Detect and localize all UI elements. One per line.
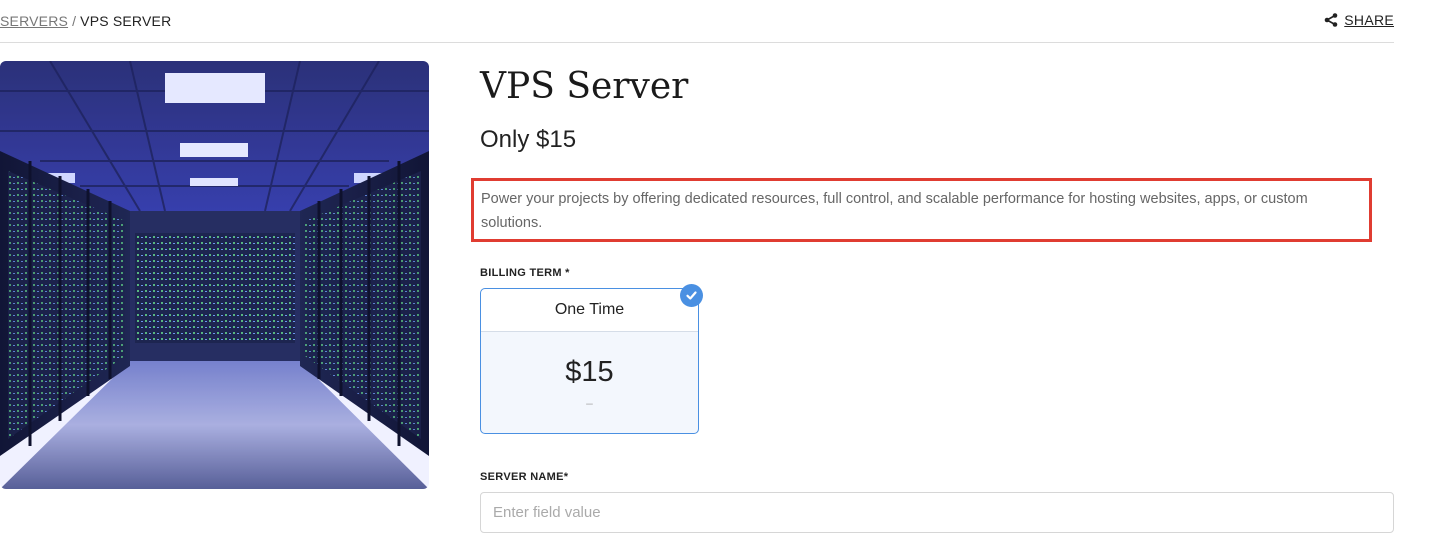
share-icon [1324,13,1338,27]
breadcrumb-separator: / [72,13,77,29]
server-name-label: SERVER NAME* [480,471,569,483]
term-price: $15 [565,356,614,388]
server-room-image [0,61,429,489]
billing-term-label: BILLING TERM * [480,267,570,279]
product-page: SERVERS / VPS SERVER SHARE VPS Server On… [0,0,1436,534]
description-highlight: Power your projects by offering dedicate… [471,178,1372,242]
product-price: Only $15 [480,126,577,153]
term-name: One Time [481,289,698,332]
term-subtext: – [586,396,593,410]
share-label: SHARE [1344,12,1394,28]
billing-term-option-one-time[interactable]: One Time $15 – [480,288,699,434]
product-title: VPS Server [480,66,689,107]
server-name-input[interactable] [480,492,1394,533]
breadcrumb-current: VPS SERVER [80,13,172,29]
share-button[interactable]: SHARE [1324,12,1394,28]
checkmark-icon [680,284,703,307]
top-bar: SERVERS / VPS SERVER SHARE [0,0,1394,43]
breadcrumb-link-servers[interactable]: SERVERS [0,13,68,29]
breadcrumb: SERVERS / VPS SERVER [0,13,171,29]
product-description: Power your projects by offering dedicate… [481,191,1308,231]
